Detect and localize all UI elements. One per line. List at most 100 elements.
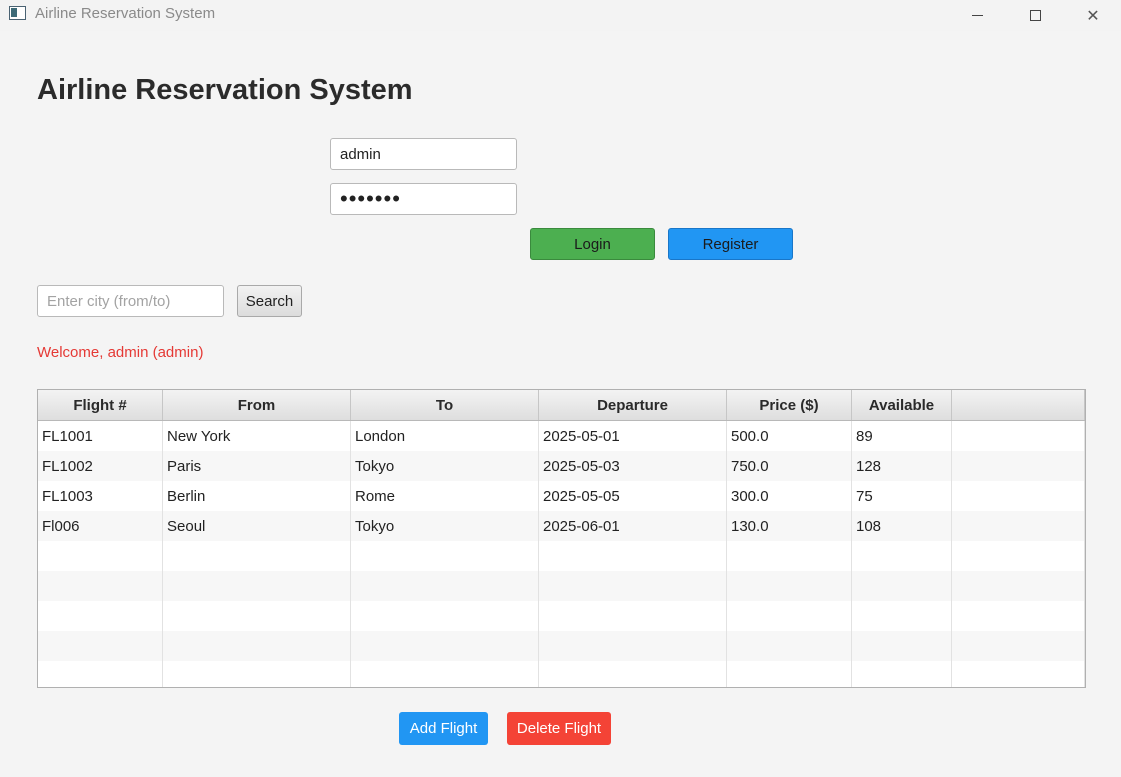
- empty-cell: [727, 661, 852, 687]
- table-row[interactable]: FL1002 Paris Tokyo 2025-05-03 750.0 128: [38, 451, 1085, 481]
- empty-cell: [952, 661, 1085, 687]
- empty-table-row: [38, 661, 1085, 687]
- cell-filler: [952, 451, 1085, 481]
- cell-departure: 2025-05-01: [539, 421, 727, 451]
- cell-price: 300.0: [727, 481, 852, 511]
- empty-cell: [952, 541, 1085, 571]
- cell-departure: 2025-05-05: [539, 481, 727, 511]
- empty-cell: [539, 571, 727, 601]
- cell-flight: FL1001: [38, 421, 163, 451]
- search-input[interactable]: [37, 285, 224, 317]
- empty-cell: [852, 601, 952, 631]
- table-row[interactable]: Fl006 Seoul Tokyo 2025-06-01 130.0 108: [38, 511, 1085, 541]
- maximize-icon: [1029, 10, 1041, 21]
- empty-cell: [38, 571, 163, 601]
- empty-cell: [38, 601, 163, 631]
- cell-to: Tokyo: [351, 451, 539, 481]
- window-title: Airline Reservation System: [35, 5, 216, 22]
- empty-cell: [351, 541, 539, 571]
- cell-from: Paris: [163, 451, 351, 481]
- cell-price: 500.0: [727, 421, 852, 451]
- column-header-price[interactable]: Price ($): [727, 390, 852, 420]
- column-header-flight[interactable]: Flight #: [38, 390, 163, 420]
- empty-cell: [727, 601, 852, 631]
- empty-cell: [163, 631, 351, 661]
- empty-cell: [727, 631, 852, 661]
- empty-cell: [351, 601, 539, 631]
- cell-available: 89: [852, 421, 952, 451]
- empty-cell: [952, 601, 1085, 631]
- cell-flight: FL1003: [38, 481, 163, 511]
- empty-table-row: [38, 541, 1085, 571]
- empty-cell: [163, 571, 351, 601]
- empty-cell: [539, 541, 727, 571]
- column-header-available[interactable]: Available: [852, 390, 952, 420]
- empty-cell: [351, 631, 539, 661]
- empty-cell: [163, 661, 351, 687]
- add-flight-button[interactable]: Add Flight: [399, 712, 488, 745]
- empty-table-row: [38, 601, 1085, 631]
- empty-cell: [539, 661, 727, 687]
- username-field[interactable]: [330, 138, 517, 170]
- cell-from: Seoul: [163, 511, 351, 541]
- cell-price: 130.0: [727, 511, 852, 541]
- empty-cell: [727, 571, 852, 601]
- cell-available: 128: [852, 451, 952, 481]
- empty-table-row: [38, 571, 1085, 601]
- page-title: Airline Reservation System: [37, 74, 413, 106]
- empty-cell: [539, 631, 727, 661]
- cell-to: London: [351, 421, 539, 451]
- empty-cell: [351, 661, 539, 687]
- empty-cell: [852, 541, 952, 571]
- empty-cell: [163, 541, 351, 571]
- empty-table-row: [38, 631, 1085, 661]
- cell-from: New York: [163, 421, 351, 451]
- cell-price: 750.0: [727, 451, 852, 481]
- login-button[interactable]: Login: [530, 228, 655, 260]
- cell-flight: FL1002: [38, 451, 163, 481]
- flights-table[interactable]: Flight # From To Departure Price ($) Ava…: [37, 389, 1086, 688]
- close-button[interactable]: ✕: [1064, 0, 1121, 31]
- empty-cell: [952, 631, 1085, 661]
- empty-cell: [351, 571, 539, 601]
- empty-cell: [539, 601, 727, 631]
- cell-flight: Fl006: [38, 511, 163, 541]
- search-button[interactable]: Search: [237, 285, 302, 317]
- cell-available: 75: [852, 481, 952, 511]
- empty-cell: [852, 631, 952, 661]
- cell-filler: [952, 481, 1085, 511]
- cell-available: 108: [852, 511, 952, 541]
- password-field[interactable]: •••••••: [330, 183, 517, 215]
- table-header: Flight # From To Departure Price ($) Ava…: [38, 390, 1085, 421]
- register-button[interactable]: Register: [668, 228, 793, 260]
- maximize-button[interactable]: [1006, 0, 1064, 31]
- empty-cell: [952, 571, 1085, 601]
- empty-cell: [727, 541, 852, 571]
- table-row[interactable]: FL1003 Berlin Rome 2025-05-05 300.0 75: [38, 481, 1085, 511]
- cell-departure: 2025-05-03: [539, 451, 727, 481]
- column-header-to[interactable]: To: [351, 390, 539, 420]
- welcome-message: Welcome, admin (admin): [37, 344, 204, 361]
- empty-cell: [38, 661, 163, 687]
- table-body: FL1001 New York London 2025-05-01 500.0 89 FL1…: [38, 421, 1085, 687]
- minimize-button[interactable]: [948, 0, 1006, 31]
- cell-to: Rome: [351, 481, 539, 511]
- empty-cell: [38, 631, 163, 661]
- minimize-icon: [971, 15, 983, 16]
- column-header-filler: [952, 390, 1085, 420]
- title-bar: Airline Reservation System ✕: [0, 0, 1121, 31]
- cell-filler: [952, 421, 1085, 451]
- delete-flight-button[interactable]: Delete Flight: [507, 712, 611, 745]
- empty-cell: [163, 601, 351, 631]
- close-icon: ✕: [1086, 7, 1100, 25]
- empty-cell: [38, 541, 163, 571]
- column-header-departure[interactable]: Departure: [539, 390, 727, 420]
- column-header-from[interactable]: From: [163, 390, 351, 420]
- cell-to: Tokyo: [351, 511, 539, 541]
- cell-filler: [952, 511, 1085, 541]
- cell-departure: 2025-06-01: [539, 511, 727, 541]
- table-row[interactable]: FL1001 New York London 2025-05-01 500.0 89: [38, 421, 1085, 451]
- empty-cell: [852, 661, 952, 687]
- empty-cell: [852, 571, 952, 601]
- cell-from: Berlin: [163, 481, 351, 511]
